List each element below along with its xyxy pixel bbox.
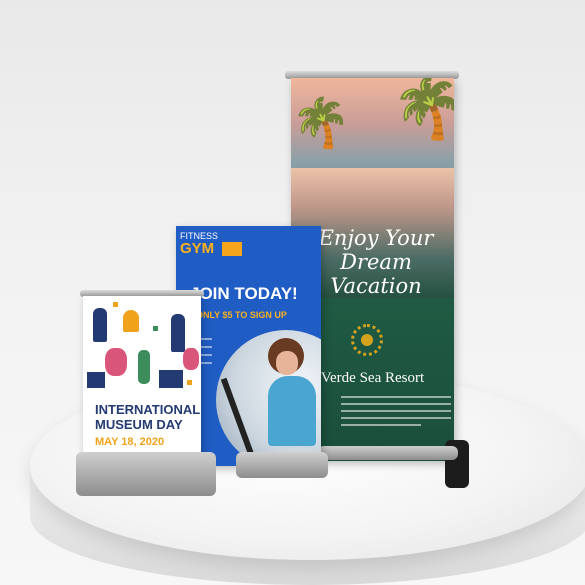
resort-headline-line: Vacation: [330, 274, 422, 298]
resort-fine-print: [341, 396, 451, 398]
museum-date: MAY 18, 2020: [95, 436, 165, 448]
gym-logo: FITNESS GYM: [180, 232, 218, 257]
palm-tree-icon: 🌴: [291, 97, 351, 150]
vase-icon: [183, 348, 199, 370]
resort-fine-print: [341, 424, 421, 426]
resort-fine-print: [341, 403, 451, 405]
gym-logo-bottom: GYM: [180, 240, 215, 257]
resort-headline: Enjoy Your Dream Vacation: [301, 226, 451, 298]
confetti-icon: [153, 326, 158, 331]
temple-icon: [159, 370, 183, 388]
resort-fine-print: [341, 410, 451, 412]
vase-icon: [105, 348, 127, 376]
person-shirt: [268, 376, 316, 446]
resort-headline-line: Enjoy Your: [318, 226, 434, 250]
person-face: [276, 351, 298, 375]
statue-icon: [93, 308, 107, 342]
palm-tree-icon: 🌴: [391, 78, 454, 141]
resort-fine-print: [341, 417, 451, 419]
museum-banner-base: [76, 452, 216, 496]
gym-banner-base: [236, 452, 328, 478]
resort-headline-line: Dream: [340, 250, 412, 274]
museum-title-line: INTERNATIONAL: [95, 402, 201, 417]
gym-offer: ONLY $5 TO SIGN UP: [196, 310, 287, 320]
temple-icon: [87, 372, 105, 388]
pharaoh-icon: [123, 310, 139, 332]
confetti-icon: [113, 302, 118, 307]
resort-banner-base: [318, 446, 458, 460]
museum-title: INTERNATIONAL MUSEUM DAY: [95, 402, 200, 432]
statue-icon: [138, 350, 150, 384]
gym-headline: JOIN TODAY!: [190, 284, 298, 303]
museum-title-line: MUSEUM DAY: [95, 417, 183, 432]
museum-banner: INTERNATIONAL MUSEUM DAY MAY 18, 2020: [83, 296, 201, 468]
resort-emblem-icon: [351, 324, 383, 356]
statue-icon: [171, 314, 185, 352]
confetti-icon: [187, 380, 192, 385]
gym-logo-mark-icon: [222, 242, 242, 256]
